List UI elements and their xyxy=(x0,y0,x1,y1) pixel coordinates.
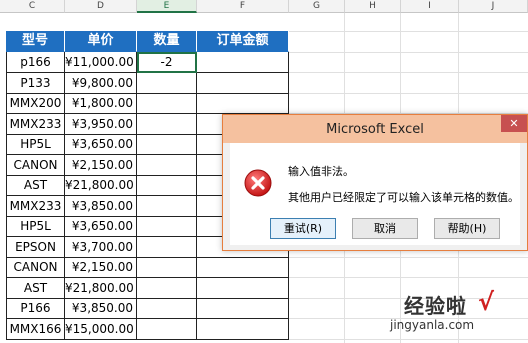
error-dialog: Microsoft Excel ✕ 输入值非法。 其他用户已经限定了可以输入该单… xyxy=(222,114,528,251)
cell-model[interactable]: HP5L xyxy=(6,216,65,237)
dialog-message: 输入值非法。 xyxy=(288,165,354,178)
cell-price[interactable]: ¥15,000.00 xyxy=(65,319,137,340)
cell-model[interactable]: MMX233 xyxy=(6,114,65,135)
cell-quantity[interactable] xyxy=(137,257,197,278)
cell-price[interactable]: ¥1,800.00 xyxy=(65,93,137,114)
header-model[interactable]: 型号 xyxy=(6,31,65,52)
column-header-d[interactable]: D xyxy=(65,0,137,13)
cell-price[interactable]: ¥9,800.00 xyxy=(65,73,137,94)
cell-price[interactable]: ¥3,850.00 xyxy=(65,298,137,319)
cell-quantity[interactable] xyxy=(137,175,197,196)
cell-model[interactable]: p166 xyxy=(6,52,65,73)
cell-model[interactable]: AST xyxy=(6,278,65,299)
cell-price[interactable]: ¥3,850.00 xyxy=(65,196,137,217)
cell-price[interactable]: ¥11,000.00 xyxy=(65,52,137,73)
column-header-f[interactable]: F xyxy=(197,0,289,13)
header-order-amount[interactable]: 订单金额 xyxy=(197,31,289,52)
cell-quantity[interactable] xyxy=(137,93,197,114)
watermark-url: jingyanla.com xyxy=(390,318,475,332)
help-button[interactable]: 帮助(H) xyxy=(434,218,500,239)
checkmark-icon: √ xyxy=(478,288,495,316)
cell-model[interactable]: P133 xyxy=(6,73,65,94)
cell-quantity[interactable] xyxy=(137,237,197,258)
cell-model[interactable]: AST xyxy=(6,175,65,196)
cell-quantity[interactable] xyxy=(137,196,197,217)
dialog-body: 输入值非法。 其他用户已经限定了可以输入该单元格的数值。 重试(R) 取消 帮助… xyxy=(230,143,520,245)
cell-quantity[interactable] xyxy=(137,114,197,135)
cell-quantity[interactable] xyxy=(137,134,197,155)
cell-model[interactable]: MMX200 xyxy=(6,93,65,114)
cell-price[interactable]: ¥3,700.00 xyxy=(65,237,137,258)
header-price[interactable]: 单价 xyxy=(65,31,137,52)
cancel-button[interactable]: 取消 xyxy=(352,218,418,239)
cell-order-amount[interactable] xyxy=(197,257,289,278)
cell-quantity[interactable] xyxy=(137,216,197,237)
close-icon[interactable]: ✕ xyxy=(501,115,527,132)
cell-model[interactable]: EPSON xyxy=(6,237,65,258)
cell-quantity[interactable] xyxy=(137,73,197,94)
cell-order-amount[interactable] xyxy=(197,73,289,94)
cell-price[interactable]: ¥2,150.00 xyxy=(65,257,137,278)
cell-quantity[interactable]: -2 xyxy=(137,52,197,73)
cell-model[interactable]: P166 xyxy=(6,298,65,319)
column-header-j[interactable]: J xyxy=(459,0,528,13)
cell-order-amount[interactable] xyxy=(197,298,289,319)
cell-order-amount[interactable] xyxy=(197,278,289,299)
cell-order-amount[interactable] xyxy=(197,319,289,340)
cell-model[interactable]: CANON xyxy=(6,155,65,176)
header-quantity[interactable]: 数量 xyxy=(137,31,197,52)
error-icon xyxy=(244,169,272,197)
cell-price[interactable]: ¥2,150.00 xyxy=(65,155,137,176)
cell-price[interactable]: ¥21,800.00 xyxy=(65,175,137,196)
column-header-g[interactable]: G xyxy=(289,0,345,13)
dialog-detail: 其他用户已经限定了可以输入该单元格的数值。 xyxy=(288,191,519,204)
cell-quantity[interactable] xyxy=(137,155,197,176)
dialog-title: Microsoft Excel xyxy=(326,122,424,137)
cell-order-amount[interactable] xyxy=(197,52,289,73)
cell-quantity[interactable] xyxy=(137,278,197,299)
cell-model[interactable]: MMX166 xyxy=(6,319,65,340)
column-header-i[interactable]: I xyxy=(401,0,459,13)
column-header-e[interactable]: E xyxy=(137,0,197,13)
dialog-title-bar[interactable]: Microsoft Excel ✕ xyxy=(223,115,527,143)
cell-price[interactable]: ¥3,650.00 xyxy=(65,216,137,237)
cell-model[interactable]: CANON xyxy=(6,257,65,278)
cell-model[interactable]: MMX233 xyxy=(6,196,65,217)
column-header-c[interactable]: C xyxy=(0,0,65,13)
retry-button[interactable]: 重试(R) xyxy=(270,218,336,239)
cell-quantity[interactable] xyxy=(137,298,197,319)
cell-quantity[interactable] xyxy=(137,319,197,340)
cell-price[interactable]: ¥3,950.00 xyxy=(65,114,137,135)
column-header-h[interactable]: H xyxy=(345,0,401,13)
cell-price[interactable]: ¥3,650.00 xyxy=(65,134,137,155)
cell-model[interactable]: HP5L xyxy=(6,134,65,155)
cell-order-amount[interactable] xyxy=(197,93,289,114)
watermark-text: 经验啦 xyxy=(404,294,467,318)
cell-price[interactable]: ¥21,800.00 xyxy=(65,278,137,299)
